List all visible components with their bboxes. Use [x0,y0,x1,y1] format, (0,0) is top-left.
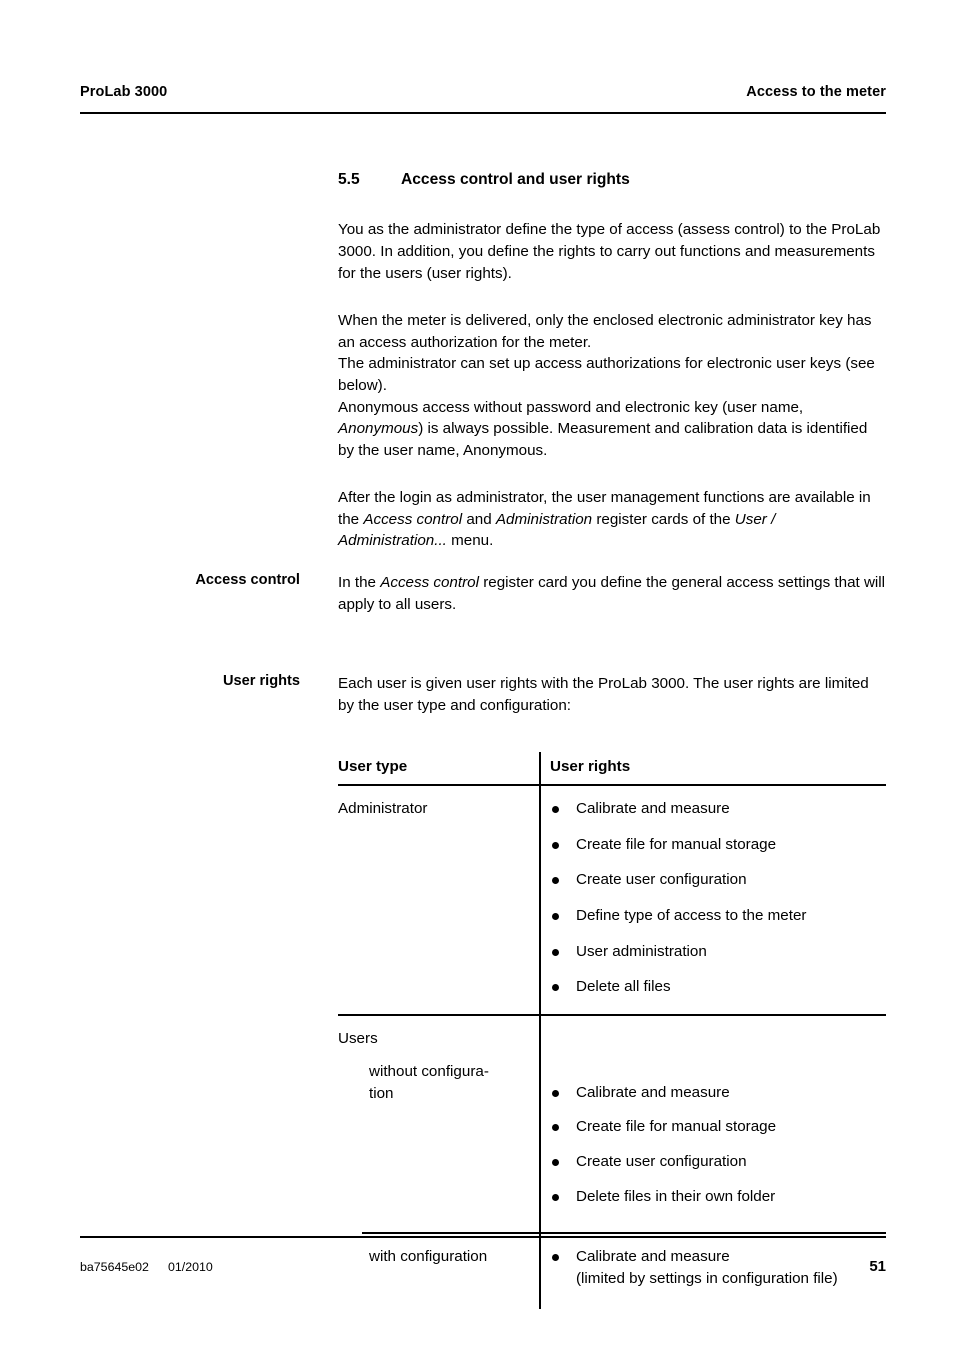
table-column-divider-admin [539,786,541,1014]
page-title: 5.5 Access control and user rights [338,170,886,189]
table-column-divider-users [539,1015,541,1233]
list-item: Define type of access to the meter [550,905,886,927]
running-header: ProLab 3000 Access to the meter [80,84,886,114]
user-subtype-without-configuration: without configura- tion [338,1049,529,1104]
user-subtype-line-2: tion [369,1084,394,1102]
intro-paragraph: You as the administrator define the type… [338,221,881,282]
header-rule [80,112,886,114]
table-row: Administrator Calibrate and measure Crea… [338,786,886,1014]
list-item: Calibrate and measure [550,1082,886,1104]
delivery-paragraph-line-1: When the meter is delivered, only the en… [338,312,872,351]
table-header-user-type: User type [338,758,408,776]
table-cell-user-rights: Calibrate and measure Create file for ma… [539,786,886,1013]
anonymous-text-a: Anonymous access without password and el… [338,398,804,416]
delivery-paragraph-line-2: The administrator can set up access auth… [338,355,875,394]
list-item: Create user configuration [550,1151,886,1173]
anonymous-emphasis: Anonymous [338,420,419,438]
table-cell-user-type: Administrator [338,786,539,1013]
admin-rights-list: Calibrate and measure Create file for ma… [550,786,886,997]
rights-table-row: User type User rights Administrator Cali… [80,752,886,1310]
user-type-administrator: Administrator [338,800,428,818]
header-left-title: ProLab 3000 [80,84,168,100]
access-control-emphasis: Access control [380,574,479,591]
margin-label-access-control: Access control [195,572,300,588]
paragraph-main-2: When the meter is delivered, only the en… [338,310,886,461]
section-heading-row: 5.5 Access control and user rights [80,170,886,189]
user-rights-paragraph: Each user is given user rights with the … [338,675,869,714]
rights-table-main: User type User rights Administrator Cali… [338,752,886,1310]
list-item: Delete all files [550,976,886,998]
list-item: Delete files in their own folder [550,1186,886,1208]
paragraph-row-1: You as the administrator define the type… [80,219,886,284]
table-row: Users without configura- tion Calibrate … [338,1015,886,1233]
footer-date: 01/2010 [168,1260,213,1274]
table-cell-user-rights: Calibrate and measure Create file for ma… [539,1016,886,1232]
anonymous-text-b: ) is always possible. Measurement and ca… [338,420,868,459]
login-text-d: menu. [446,532,494,550]
list-item: Create file for manual storage [550,1116,886,1138]
anonymous-paragraph: Anonymous access without password and el… [338,397,886,462]
login-text-b: and [462,510,496,528]
list-item: Calibrate and measure [550,798,886,820]
footer-document-id: ba75645e02 [80,1260,149,1274]
table-cell-user-type: Users without configura- tion [338,1016,539,1232]
access-control-paragraph: In the Access control register card you … [338,572,886,615]
section-heading-main: 5.5 Access control and user rights [338,170,886,189]
list-item: Create user configuration [550,869,886,891]
table-column-divider-header [539,752,541,785]
paragraph-row-3: After the login as administrator, the us… [80,487,886,552]
user-type-users: Users [338,1029,378,1047]
user-subtype-line-1: without configura- [369,1063,489,1081]
user-rights-table: User type User rights Administrator Cali… [338,752,886,1310]
section-title-text: Access control and user rights [401,171,630,188]
login-emphasis-administration: Administration [495,510,593,528]
footer-line: ba75645e02 01/2010 51 [80,1258,886,1275]
paragraph-main-1: You as the administrator define the type… [338,219,886,284]
paragraph-row-2: When the meter is delivered, only the en… [80,310,886,461]
table-header-user-rights: User rights [550,758,631,776]
margin-label-user-rights: User rights [222,673,300,690]
section-number: 5.5 [338,171,360,188]
paragraph-main-3: After the login as administrator, the us… [338,487,886,552]
document-page: ProLab 3000 Access to the meter 5.5 Acce… [0,0,954,1351]
users-without-config-rights-list: Calibrate and measure Create file for ma… [550,1016,886,1207]
login-emphasis-access-control: Access control [363,510,463,528]
page-content: 5.5 Access control and user rights You a… [80,170,886,1310]
header-right-title: Access to the meter [746,84,886,100]
access-control-main: In the Access control register card you … [338,572,886,615]
access-control-block: Access control In the Access control reg… [80,572,886,615]
table-header-row: User type User rights [338,752,886,785]
user-rights-block: User rights Each user is given user righ… [80,673,886,716]
login-text-c: register cards of the [592,510,735,528]
login-paragraph: After the login as administrator, the us… [338,487,886,552]
user-rights-main: Each user is given user rights with the … [338,673,886,716]
list-item: User administration [550,941,886,963]
footer-page-number: 51 [869,1258,886,1275]
list-item: Create file for manual storage [550,834,886,856]
access-control-text-a: In the [338,574,381,591]
footer-rule [80,1236,886,1238]
